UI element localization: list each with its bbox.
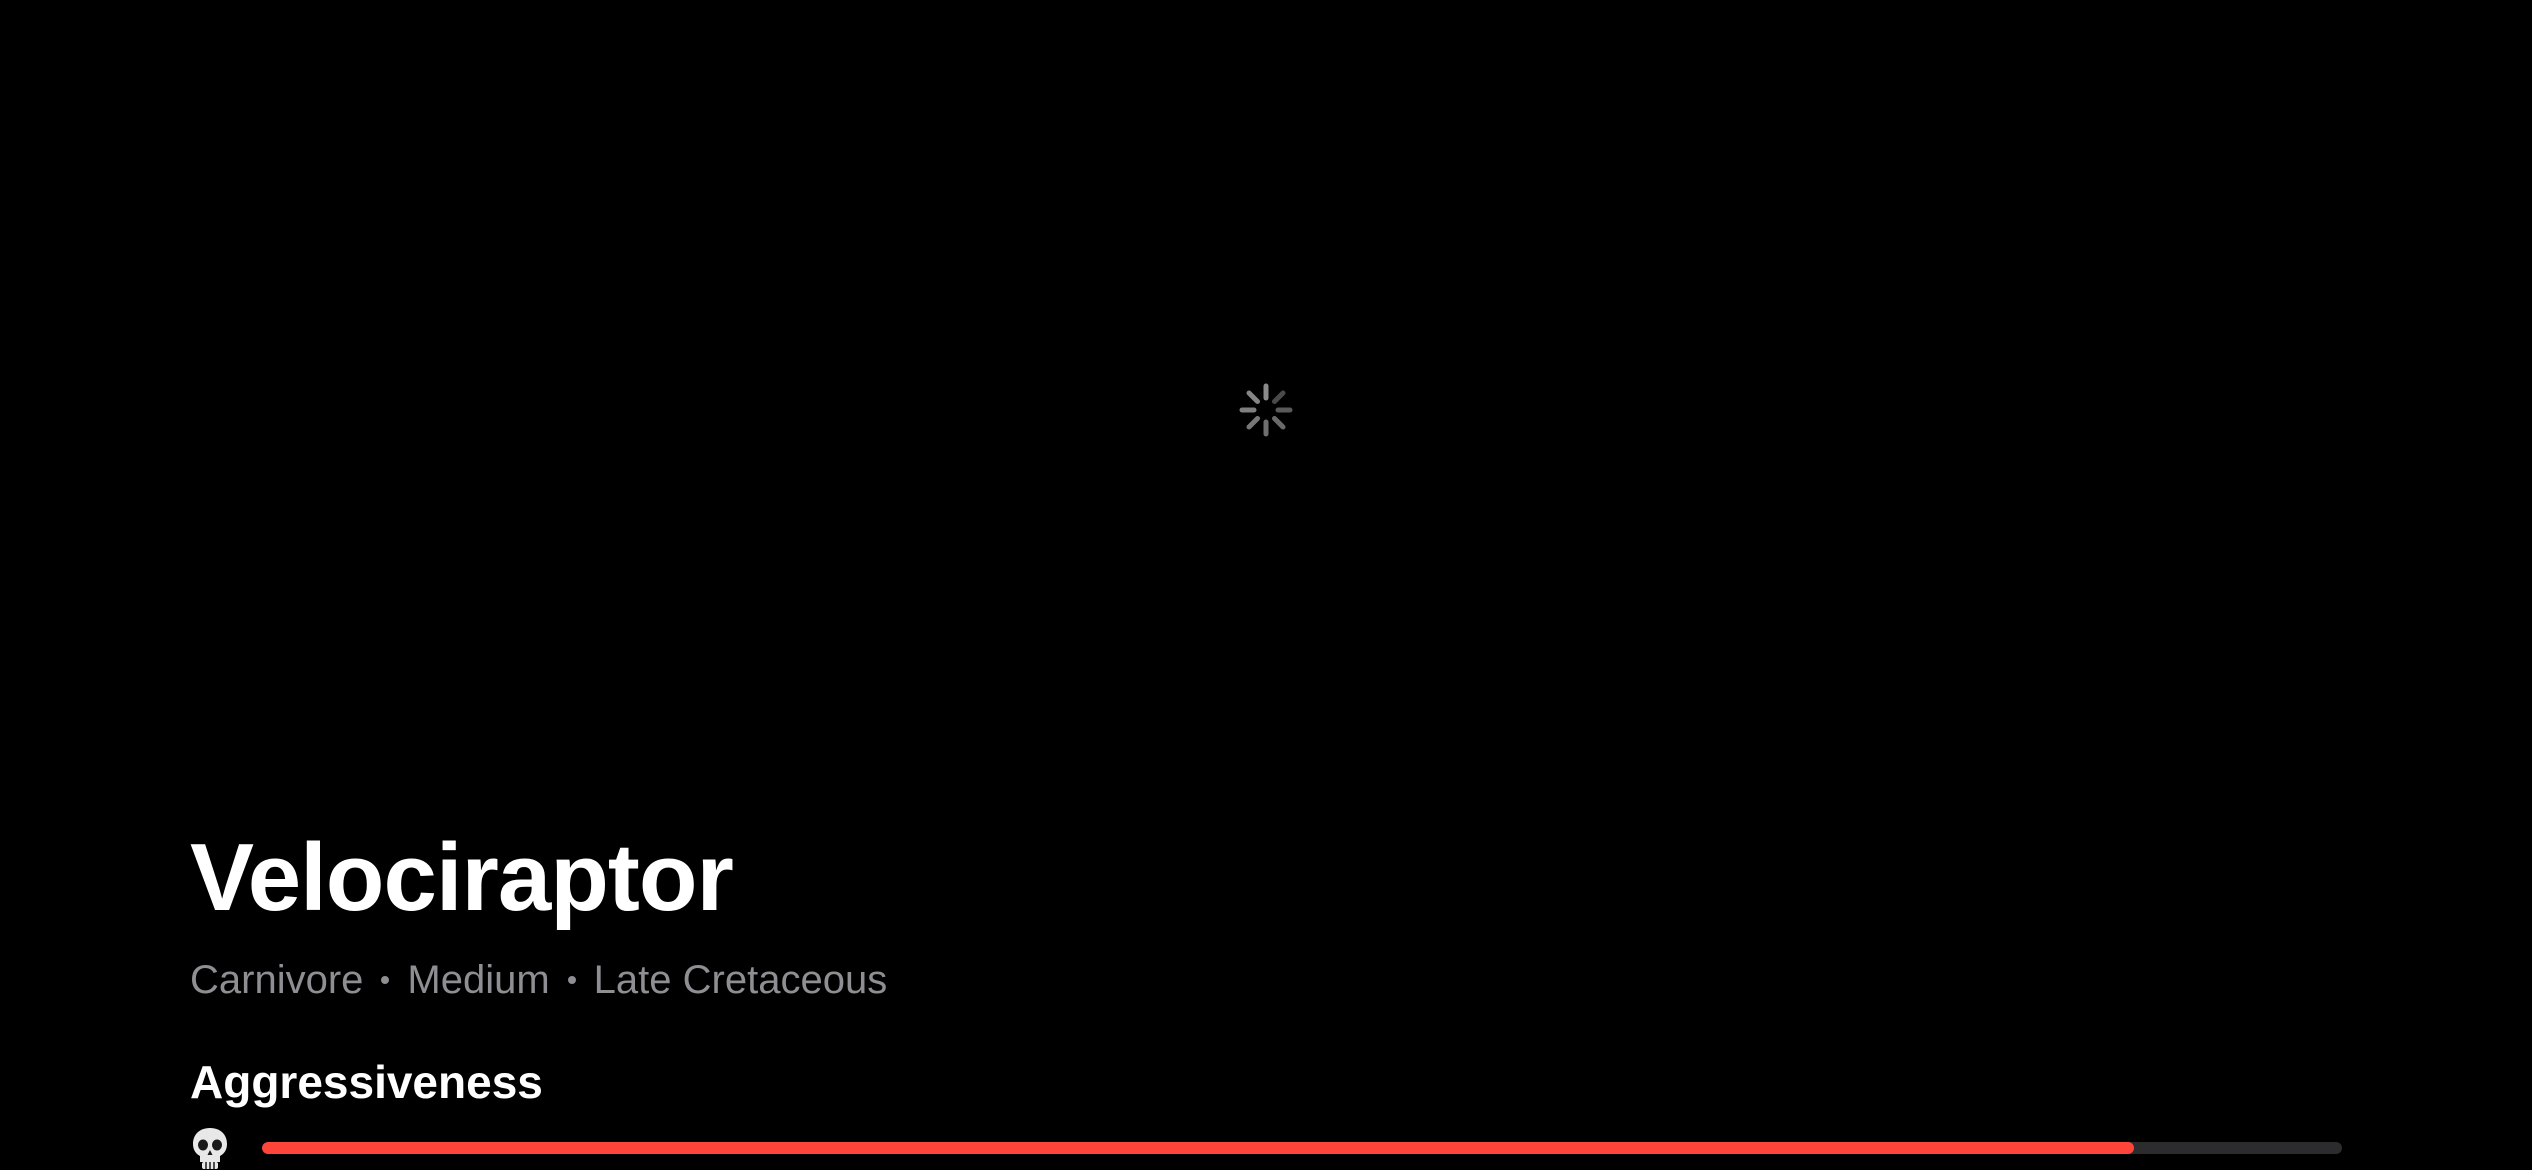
period-label: Late Cretaceous <box>593 958 888 1002</box>
dinosaur-info: Velociraptor Carnivore Medium Late Creta… <box>190 820 2390 1110</box>
dinosaur-name: Velociraptor <box>190 824 734 931</box>
aggressiveness-bar-fill <box>262 1142 2134 1154</box>
activity-spinner-icon <box>1236 380 1296 440</box>
dinosaur-detail-screen: Velociraptor Carnivore Medium Late Creta… <box>0 0 2532 1170</box>
aggressiveness-bar-track <box>262 1142 2342 1154</box>
size-label: Medium <box>407 958 550 1002</box>
dinosaur-media-area <box>0 0 2532 800</box>
diet-label: Carnivore <box>190 958 364 1002</box>
dinosaur-attributes: Carnivore Medium Late Cretaceous <box>190 956 2390 1004</box>
aggressiveness-meter <box>190 1126 2342 1170</box>
skull-icon <box>190 1126 230 1170</box>
separator-dot <box>381 976 390 984</box>
aggressiveness-label: Aggressiveness <box>190 1056 543 1108</box>
separator-dot <box>567 976 576 984</box>
